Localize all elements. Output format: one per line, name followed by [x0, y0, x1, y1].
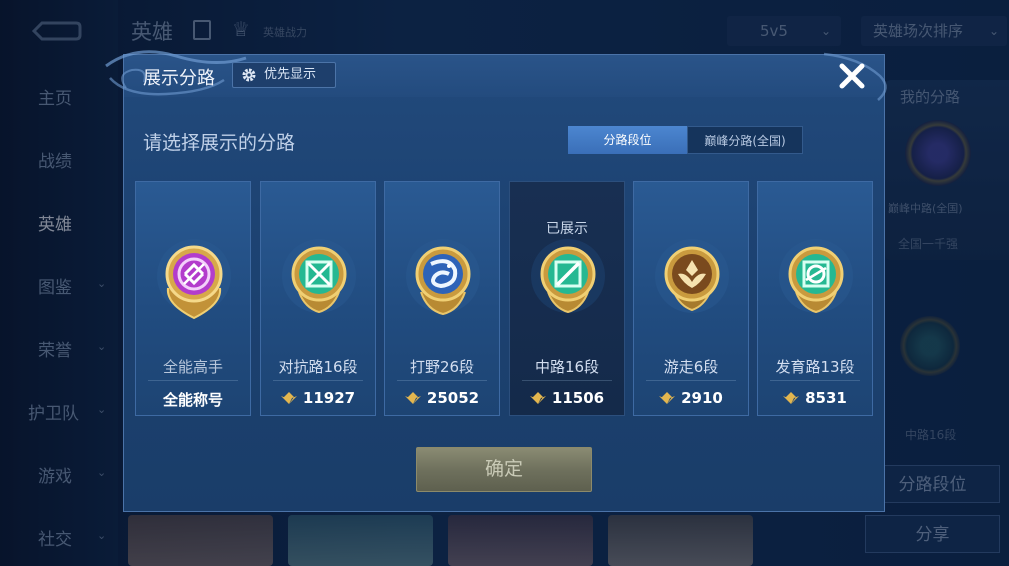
tab-peak-lane-national[interactable]: 巅峰分路(全国) — [687, 126, 803, 154]
divider — [148, 380, 238, 381]
lane-name: 中路16段 — [534, 358, 600, 376]
lane-name: 对抗路16段 — [278, 358, 358, 376]
lane-card-mid[interactable]: 已展示 中路16段 11506 — [509, 181, 625, 416]
divider — [522, 380, 612, 381]
lane-name: 游走6段 — [663, 358, 719, 376]
mid-lane-emblem-icon — [531, 239, 605, 314]
gear-icon — [242, 68, 256, 82]
rank-score-icon — [783, 392, 800, 404]
lane-score: 8531 — [758, 389, 872, 407]
rank-score-icon — [280, 392, 297, 404]
priority-display-button[interactable]: 优先显示 — [232, 62, 336, 88]
lane-name: 打野26段 — [409, 358, 475, 376]
rank-score-icon — [529, 392, 546, 404]
divider — [770, 380, 860, 381]
lane-name: 发育路13段 — [775, 358, 855, 376]
confirm-button[interactable]: 确定 — [416, 447, 592, 492]
rank-score-icon — [659, 392, 676, 404]
priority-display-label: 优先显示 — [264, 67, 317, 82]
lane-score: 11506 — [510, 389, 624, 407]
lane-score: 2910 — [634, 389, 748, 407]
lane-card-allround[interactable]: 全能高手 全能称号 — [135, 181, 251, 416]
lane-score: 25052 — [385, 389, 499, 407]
farm-lane-emblem-icon — [779, 239, 853, 314]
divider — [646, 380, 736, 381]
allround-emblem-icon — [157, 239, 231, 320]
roam-emblem-icon — [655, 239, 729, 313]
jungle-emblem-icon — [406, 239, 480, 316]
lane-name: 全能高手 — [162, 358, 223, 376]
lane-card-farm[interactable]: 发育路13段 8531 — [757, 181, 873, 416]
dialog-subtitle: 请选择展示的分路 — [143, 132, 296, 154]
clash-lane-emblem-icon — [282, 239, 356, 314]
dialog-title: 展示分路 — [143, 68, 215, 89]
tab-lane-rank[interactable]: 分路段位 — [568, 126, 687, 154]
lane-score: 11927 — [261, 389, 375, 407]
rank-score-icon — [404, 392, 421, 404]
close-icon[interactable] — [834, 58, 870, 94]
lane-card-roam[interactable]: 游走6段 2910 — [633, 181, 749, 416]
lane-card-jungle[interactable]: 打野26段 25052 — [384, 181, 500, 416]
lane-score: 全能称号 — [162, 391, 223, 409]
lane-card-clash[interactable]: 对抗路16段 11927 — [260, 181, 376, 416]
divider — [397, 380, 487, 381]
divider — [273, 380, 363, 381]
